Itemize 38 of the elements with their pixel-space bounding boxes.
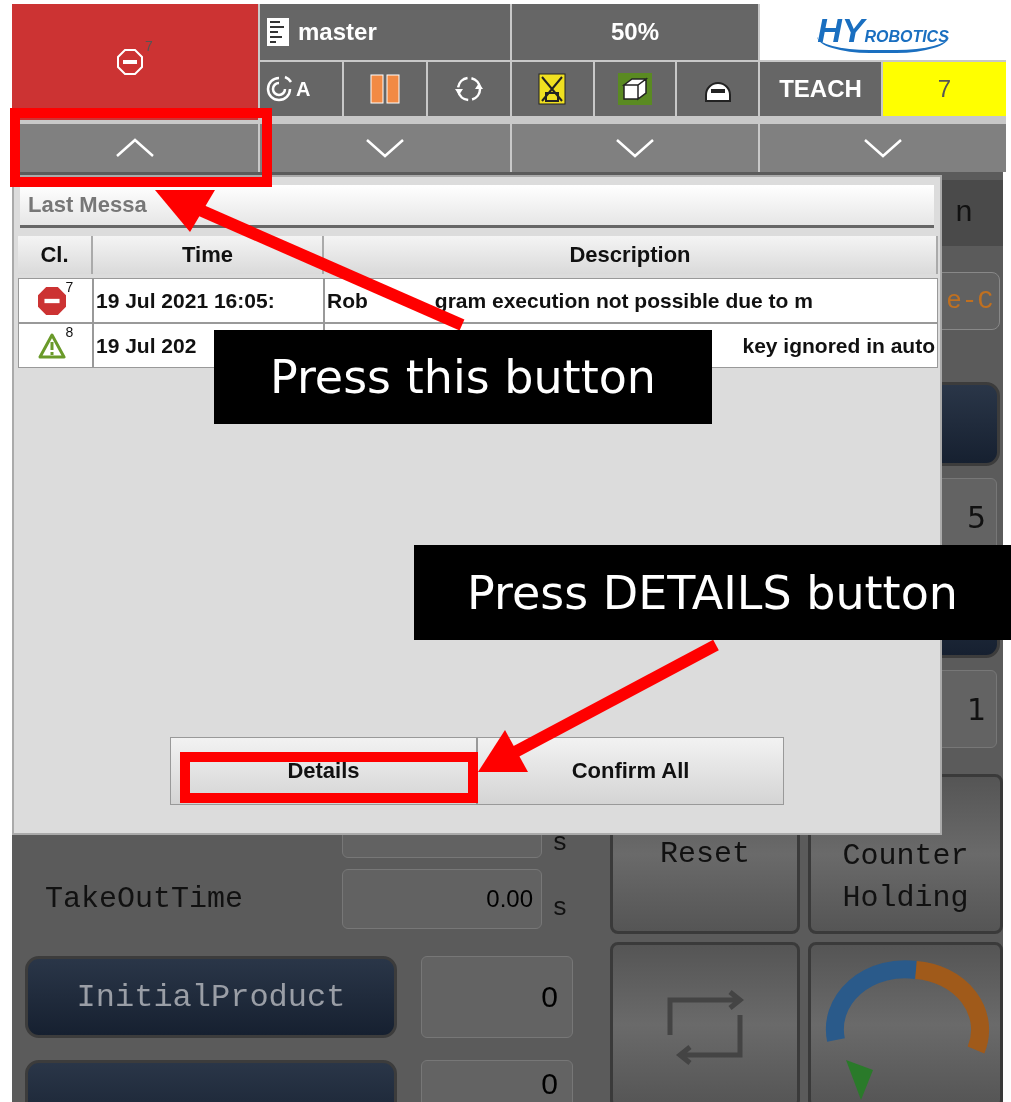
value-field[interactable]: 0.00 — [342, 869, 542, 929]
table-cell: 19 Jul 2021 16:05: — [93, 278, 324, 323]
mode-letter: A — [296, 77, 311, 101]
program-name: master — [298, 18, 377, 46]
counter-button[interactable]: InitialProduct — [25, 956, 397, 1038]
stop-icon — [37, 286, 66, 315]
table-cell-text: gram execution not possible due to m — [434, 288, 813, 313]
cube-icon — [618, 73, 652, 105]
confirm-all-button[interactable]: Confirm All — [477, 737, 784, 805]
counter-field[interactable]: 0 — [421, 956, 573, 1038]
mode-value: 7 — [937, 75, 952, 103]
mode-name: TEACH — [779, 75, 862, 103]
stop-icon — [117, 49, 144, 75]
loop-button[interactable] — [610, 942, 800, 1102]
message-count: 8 — [65, 324, 74, 340]
pause-icon — [370, 74, 400, 104]
override-value: 50% — [610, 18, 659, 46]
unit-label: s — [552, 828, 568, 858]
column-header[interactable]: Time — [93, 236, 324, 274]
toggle-button[interactable] — [760, 120, 1006, 172]
document-icon — [266, 17, 290, 47]
callout-label: Press this button — [214, 330, 712, 424]
column-header[interactable]: Cl. — [18, 236, 93, 274]
table-cell-text: Rob — [327, 288, 368, 313]
field-label: TakeOutTime — [44, 882, 245, 916]
unit-label: s — [552, 893, 568, 923]
message-count: 7 — [65, 279, 74, 295]
warning-icon — [37, 332, 66, 359]
column-header[interactable]: Description — [324, 236, 938, 274]
callout-label: Press DETAILS button — [414, 545, 1011, 640]
dialog-title: Last Messa — [28, 192, 147, 218]
spiral-icon — [264, 74, 294, 104]
counter-field[interactable]: 0 — [421, 1060, 573, 1102]
company-logo: HYROBOTICS — [817, 11, 949, 53]
table-cell-text: key ignored in auto — [742, 333, 935, 358]
alarm-count: 7 — [145, 38, 153, 54]
crossed-robot-icon — [538, 73, 567, 105]
cycle-button[interactable] — [808, 942, 1003, 1102]
